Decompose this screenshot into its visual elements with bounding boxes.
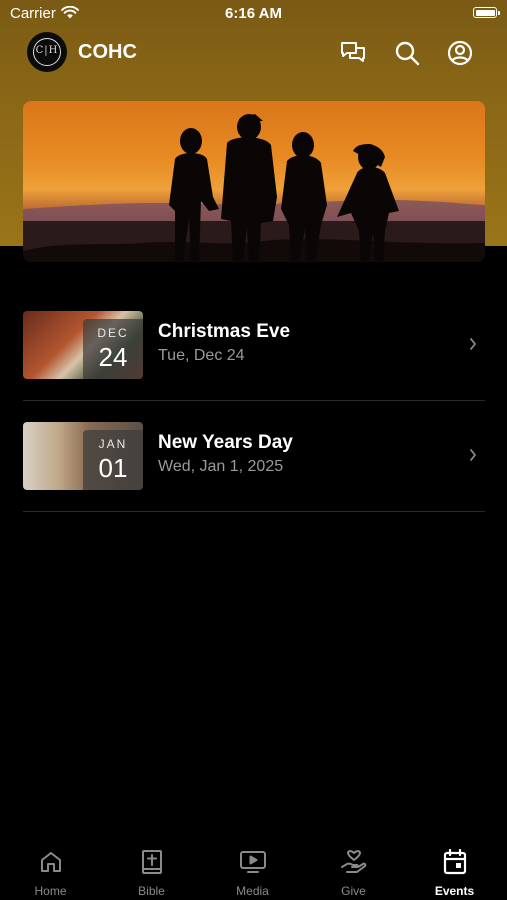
- status-time: 6:16 AM: [225, 5, 282, 22]
- badge-day: 01: [98, 453, 128, 483]
- search-icon[interactable]: [392, 38, 422, 68]
- badge-month: DEC: [97, 326, 129, 340]
- media-icon: [202, 848, 303, 876]
- event-date: Wed, Jan 1, 2025: [158, 458, 284, 475]
- tab-label: Bible: [138, 884, 165, 898]
- tab-media[interactable]: Media: [202, 842, 303, 900]
- event-title: New Years Day: [158, 432, 293, 453]
- tab-label: Give: [341, 884, 366, 898]
- chevron-right-icon: [469, 337, 477, 356]
- family-silhouette-image: [23, 114, 485, 262]
- bible-icon: [101, 848, 202, 876]
- status-bar: Carrier 6:16 AM: [0, 0, 507, 28]
- chat-icon[interactable]: [338, 38, 368, 68]
- event-thumbnail: JAN 01: [23, 422, 143, 490]
- date-badge: JAN 01: [83, 430, 143, 490]
- date-badge: DEC 24: [83, 319, 143, 379]
- chevron-right-icon: [469, 448, 477, 467]
- event-date: Tue, Dec 24: [158, 347, 245, 364]
- event-row-new-years-day[interactable]: JAN 01 New Years Day Wed, Jan 1, 2025: [23, 401, 485, 512]
- tab-bible[interactable]: Bible: [101, 842, 202, 900]
- events-icon: [404, 848, 505, 876]
- logo-monogram: C|H: [35, 45, 59, 56]
- profile-icon[interactable]: [445, 38, 475, 68]
- battery-icon: [473, 7, 500, 18]
- tab-bar: Home Bible Media Give Events: [0, 842, 507, 900]
- event-row-christmas-eve[interactable]: DEC 24 Christmas Eve Tue, Dec 24: [23, 290, 485, 401]
- badge-day: 24: [98, 342, 128, 372]
- home-icon: [0, 848, 101, 876]
- church-logo[interactable]: C|H: [27, 32, 67, 72]
- tab-events[interactable]: Events: [404, 842, 505, 900]
- tab-label: Home: [34, 884, 67, 898]
- tab-label: Events: [434, 884, 475, 898]
- tab-give[interactable]: Give: [303, 842, 404, 900]
- tab-home[interactable]: Home: [0, 842, 101, 900]
- app-bar: C|H COHC: [0, 30, 507, 76]
- badge-month: JAN: [98, 437, 128, 451]
- tab-label: Media: [236, 884, 269, 898]
- event-title: Christmas Eve: [158, 321, 291, 342]
- event-thumbnail: DEC 24: [23, 311, 143, 379]
- give-icon: [303, 848, 404, 876]
- app-title: COHC: [78, 41, 137, 63]
- hero-banner[interactable]: [23, 101, 485, 262]
